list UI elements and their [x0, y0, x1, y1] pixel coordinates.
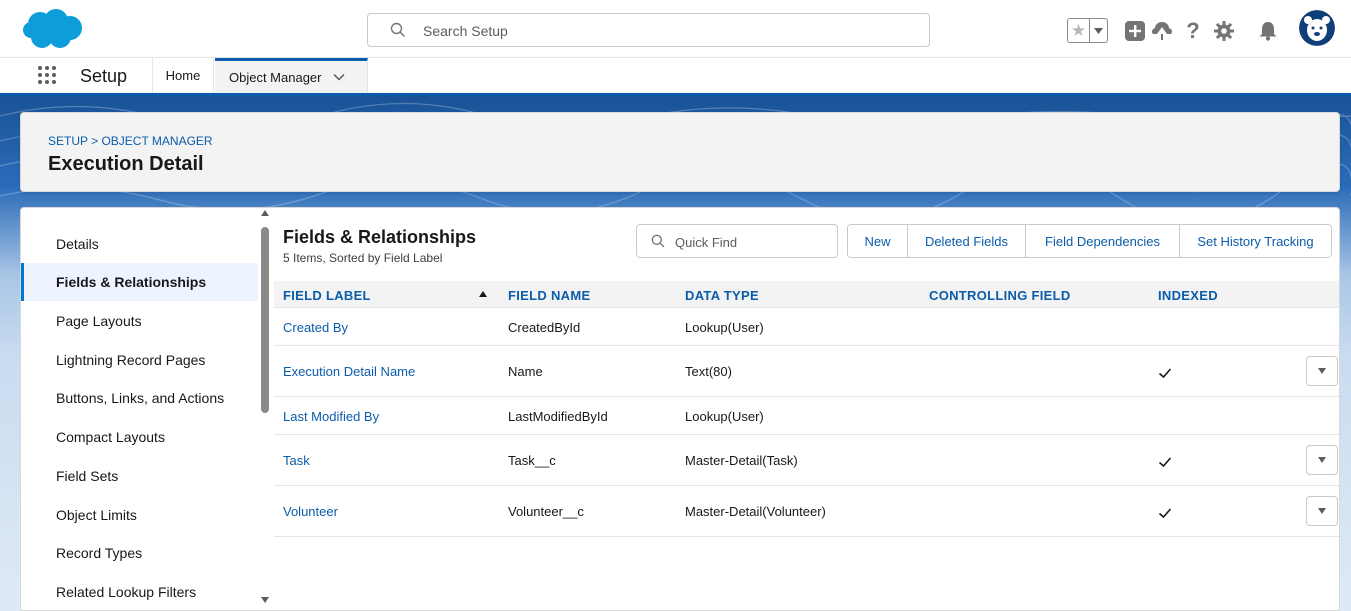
sort-ascending-icon[interactable] — [479, 291, 487, 297]
deleted-fields-button[interactable]: Deleted Fields — [908, 225, 1026, 257]
object-manager-sidebar: Details Fields & Relationships Page Layo… — [21, 208, 273, 610]
global-header: Search Setup ★ ? — [0, 0, 1351, 58]
new-button[interactable]: New — [848, 225, 908, 257]
sidebar-item-label: Lightning Record Pages — [56, 352, 206, 368]
tab-home-label: Home — [165, 68, 201, 83]
column-data-type[interactable]: DATA TYPE — [685, 288, 759, 303]
search-placeholder: Search Setup — [423, 23, 508, 39]
page-header: SETUP > OBJECT MANAGER Execution Detail — [20, 112, 1340, 192]
field-name-cell: Volunteer__c — [508, 504, 584, 519]
table-row: Created By CreatedById Lookup(User) — [274, 308, 1339, 346]
main-card: Details Fields & Relationships Page Layo… — [20, 207, 1340, 611]
section-title: Fields & Relationships — [283, 227, 477, 247]
field-label-link[interactable]: Created By — [283, 320, 348, 335]
chevron-down-icon — [1318, 457, 1326, 463]
breadcrumb[interactable]: SETUP > OBJECT MANAGER — [48, 134, 213, 148]
fields-relationships-panel: Fields & Relationships 5 Items, Sorted b… — [274, 208, 1339, 610]
table-row: Volunteer Volunteer__c Master-Detail(Vol… — [274, 486, 1339, 537]
sidebar-item-label: Record Types — [56, 545, 143, 561]
user-avatar[interactable] — [1299, 10, 1335, 46]
chevron-down-icon — [1318, 508, 1326, 514]
notifications-bell-icon[interactable] — [1257, 20, 1279, 42]
favorites-dropdown-icon[interactable] — [1090, 19, 1107, 42]
tab-object-manager[interactable]: Object Manager — [215, 58, 368, 93]
sidebar-item-label: Field Sets — [56, 468, 119, 484]
scrollbar-thumb[interactable] — [261, 227, 269, 413]
app-name: Setup — [80, 66, 128, 86]
tab-object-manager-label: Object Manager — [229, 69, 322, 85]
field-label-link[interactable]: Task — [283, 453, 310, 468]
field-label-link[interactable]: Volunteer — [283, 504, 338, 519]
sidebar-item-lightning-record-pages[interactable]: Lightning Record Pages — [21, 341, 258, 379]
context-bar: Setup Home Object Manager — [0, 58, 1351, 96]
page-title: Execution Detail — [48, 153, 204, 175]
setup-gear-icon[interactable] — [1213, 20, 1235, 42]
search-icon — [651, 234, 665, 248]
chevron-down-icon — [1318, 368, 1326, 374]
sidebar-item-label: Details — [56, 236, 99, 252]
favorites-star-icon[interactable]: ★ — [1068, 19, 1090, 42]
sidebar-item-label: Object Limits — [56, 507, 137, 523]
data-type-cell: Lookup(User) — [685, 320, 764, 335]
row-actions-dropdown[interactable] — [1306, 356, 1338, 386]
table-row: Last Modified By LastModifiedById Lookup… — [274, 397, 1339, 435]
sidebar-item-page-layouts[interactable]: Page Layouts — [21, 302, 258, 340]
field-label-link[interactable]: Last Modified By — [283, 409, 379, 424]
section-subtitle: 5 Items, Sorted by Field Label — [283, 251, 443, 265]
table-header: FIELD LABEL FIELD NAME DATA TYPE CONTROL… — [274, 281, 1339, 308]
favorites-group: ★ — [1067, 18, 1108, 43]
scroll-down-arrow-icon[interactable] — [261, 597, 269, 603]
help-icon[interactable]: ? — [1182, 18, 1204, 43]
sidebar-item-compact-layouts[interactable]: Compact Layouts — [21, 418, 258, 456]
field-name-cell: CreatedById — [508, 320, 581, 335]
field-label-link[interactable]: Execution Detail Name — [283, 364, 415, 379]
set-history-tracking-button[interactable]: Set History Tracking — [1180, 225, 1331, 257]
quick-find-placeholder: Quick Find — [675, 235, 738, 250]
scroll-up-arrow-icon[interactable] — [261, 210, 269, 216]
field-name-cell: LastModifiedById — [508, 409, 608, 424]
tab-home[interactable]: Home — [152, 58, 214, 93]
sidebar-item-label: Related Lookup Filters — [56, 584, 197, 600]
sidebar-item-label: Fields & Relationships — [56, 274, 207, 290]
field-dependencies-button[interactable]: Field Dependencies — [1026, 225, 1180, 257]
sidebar-item-details[interactable]: Details — [21, 225, 258, 263]
app-launcher-icon[interactable] — [38, 66, 58, 86]
sidebar-item-label: Page Layouts — [56, 313, 142, 329]
sidebar-item-object-limits[interactable]: Object Limits — [21, 496, 258, 534]
column-field-name[interactable]: FIELD NAME — [508, 288, 590, 303]
column-controlling-field[interactable]: CONTROLLING FIELD — [929, 288, 1071, 303]
data-type-cell: Text(80) — [685, 364, 732, 379]
action-button-group: New Deleted Fields Field Dependencies Se… — [847, 224, 1332, 258]
sidebar-item-record-types[interactable]: Record Types — [21, 534, 258, 572]
field-name-cell: Name — [508, 364, 543, 379]
sidebar-item-label: Buttons, Links, and Actions — [56, 390, 225, 406]
column-indexed[interactable]: INDEXED — [1158, 288, 1218, 303]
row-actions-dropdown[interactable] — [1306, 445, 1338, 475]
sidebar-item-buttons-links-actions[interactable]: Buttons, Links, and Actions — [21, 379, 258, 417]
salesforce-logo[interactable] — [22, 8, 84, 50]
quick-find-input[interactable]: Quick Find — [636, 224, 838, 258]
chevron-down-icon[interactable] — [332, 70, 346, 84]
data-type-cell: Master-Detail(Task) — [685, 453, 798, 468]
checkmark-icon — [1158, 508, 1172, 519]
table-row: Task Task__c Master-Detail(Task) — [274, 435, 1339, 486]
data-type-cell: Lookup(User) — [685, 409, 764, 424]
row-actions-dropdown[interactable] — [1306, 496, 1338, 526]
sidebar-item-fields-relationships[interactable]: Fields & Relationships — [21, 263, 258, 301]
search-setup-input[interactable]: Search Setup — [367, 13, 930, 47]
sidebar-item-related-lookup-filters[interactable]: Related Lookup Filters — [21, 573, 258, 610]
sidebar-item-label: Compact Layouts — [56, 429, 165, 445]
data-type-cell: Master-Detail(Volunteer) — [685, 504, 826, 519]
field-name-cell: Task__c — [508, 453, 556, 468]
checkmark-icon — [1158, 457, 1172, 468]
sidebar-item-field-sets[interactable]: Field Sets — [21, 457, 258, 495]
table-row: Execution Detail Name Name Text(80) — [274, 346, 1339, 397]
global-actions-icon[interactable] — [1124, 20, 1146, 42]
column-field-label[interactable]: FIELD LABEL — [283, 288, 371, 303]
search-icon — [390, 22, 405, 37]
trailhead-guidance-icon[interactable] — [1151, 20, 1173, 42]
checkmark-icon — [1158, 368, 1172, 379]
